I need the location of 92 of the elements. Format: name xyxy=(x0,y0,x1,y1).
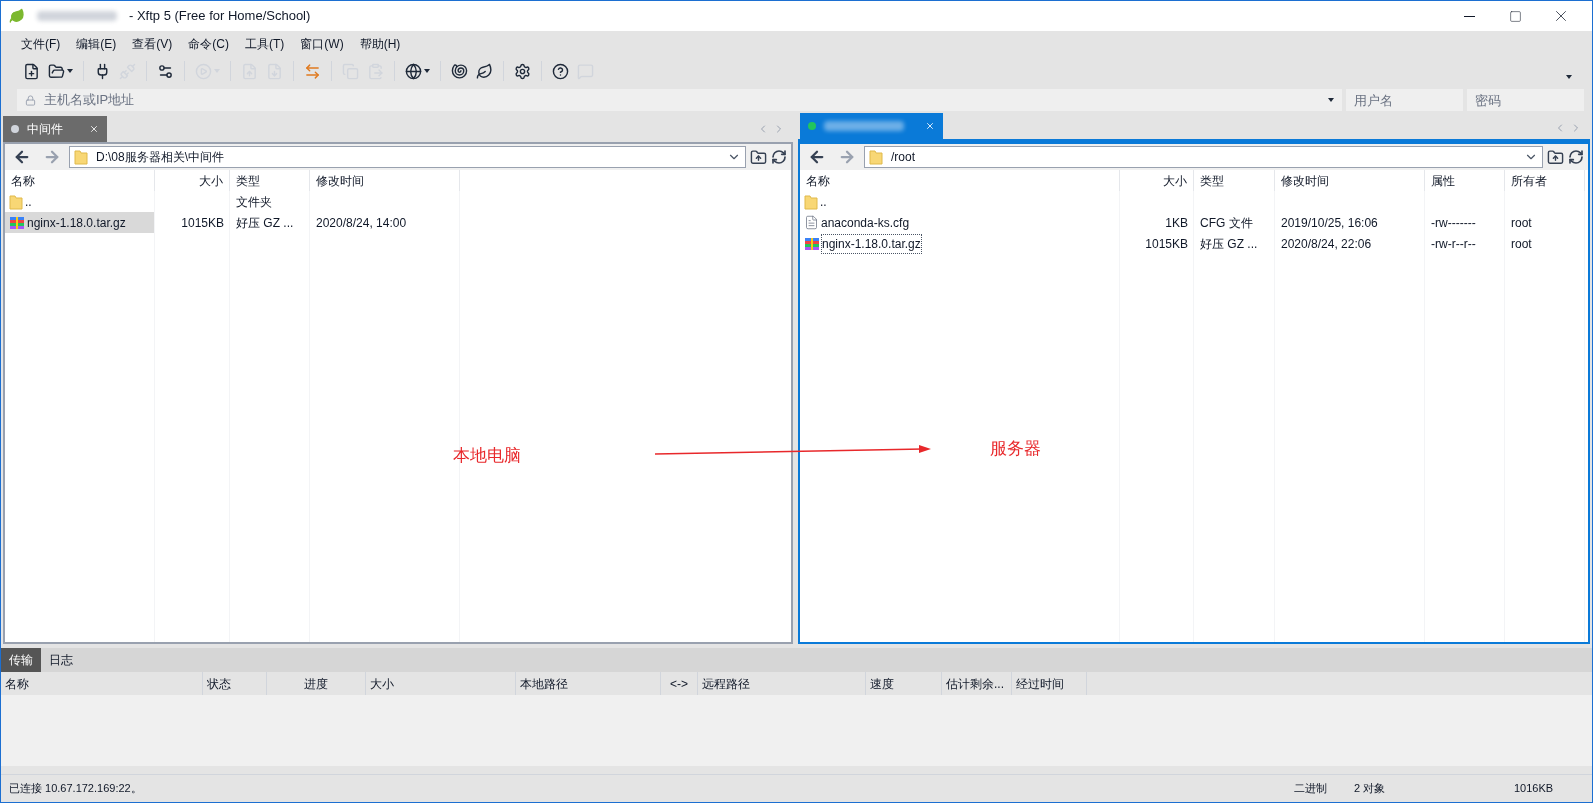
column-header[interactable]: 大小 xyxy=(1120,170,1194,191)
panel-tab[interactable]: 传输 xyxy=(1,648,41,672)
table-cell-text: 文件夹 xyxy=(236,193,272,211)
path-field[interactable]: D:\08服务器相关\中间件 xyxy=(69,146,746,168)
table-cell-text: 2020/8/24, 14:00 xyxy=(316,214,407,232)
swap-arrows-icon xyxy=(304,62,321,80)
table-cell-text: root xyxy=(1511,214,1532,232)
folder-icon xyxy=(9,193,23,210)
toolbar-button[interactable] xyxy=(46,62,75,80)
toolbar-button[interactable] xyxy=(449,62,470,80)
file-name-cell[interactable]: nginx-1.18.0.tar.gz xyxy=(5,212,155,233)
menu-item[interactable]: 帮助(H) xyxy=(351,35,409,53)
table-cell-text: -rw-r--r-- xyxy=(1431,235,1476,253)
menu-item[interactable]: 编辑(E) xyxy=(68,35,125,53)
tab-label: 中间件 xyxy=(27,121,63,138)
column-header[interactable]: 类型 xyxy=(230,170,310,191)
file-name-cell[interactable]: anaconda-ks.cfg xyxy=(800,212,1120,233)
settings-icon xyxy=(514,62,531,80)
file-name-cell[interactable]: .. xyxy=(5,191,155,212)
folder-icon xyxy=(48,62,65,80)
globe-icon xyxy=(405,62,422,80)
total-size: 1016KB xyxy=(1514,781,1555,797)
panel-tab[interactable]: 日志 xyxy=(41,648,81,672)
column-header[interactable]: 大小 xyxy=(155,170,230,191)
maximize-icon xyxy=(1508,9,1522,23)
file-name: nginx-1.18.0.tar.gz xyxy=(27,214,126,232)
menu-item[interactable]: 文件(F) xyxy=(13,35,69,53)
parent-folder-button[interactable] xyxy=(1547,148,1564,166)
status-message: 已连接 10.67.172.169:22。 xyxy=(9,781,142,797)
toolbar-button[interactable] xyxy=(403,62,432,80)
session-tab[interactable]: 中间件 xyxy=(3,116,107,142)
menu-item[interactable]: 查看(V) xyxy=(124,35,181,53)
file-name-cell[interactable]: nginx-1.18.0.tar.gz xyxy=(800,233,1120,254)
column-header[interactable]: 修改时间 xyxy=(310,170,460,191)
menu-item[interactable]: 工具(T) xyxy=(237,35,293,53)
folder-icon xyxy=(74,149,88,165)
column-header[interactable]: 名称 xyxy=(5,170,155,191)
toolbar-button[interactable] xyxy=(474,62,495,80)
close-icon[interactable] xyxy=(925,121,935,131)
new-file-icon xyxy=(23,62,40,80)
leaf-icon xyxy=(476,62,493,80)
refresh-button[interactable] xyxy=(1568,149,1584,165)
refresh-button[interactable] xyxy=(771,149,787,165)
column-header[interactable]: 名称 xyxy=(800,170,1120,191)
menu-item[interactable]: 窗口(W) xyxy=(292,35,352,53)
table-cell-text: root xyxy=(1511,235,1532,253)
caret-icon xyxy=(424,69,430,73)
column-header[interactable]: 修改时间 xyxy=(1275,170,1425,191)
close-icon[interactable] xyxy=(89,124,99,134)
column-header[interactable]: 属性 xyxy=(1425,170,1505,191)
table-cell-text: 好压 GZ ... xyxy=(236,214,294,232)
folder-icon xyxy=(869,149,883,165)
username-field[interactable]: 用户名 xyxy=(1346,89,1463,111)
object-count: 2 对象 xyxy=(1354,781,1387,797)
app-icon xyxy=(9,8,25,24)
file-name: .. xyxy=(820,193,827,211)
file-name-cell[interactable]: .. xyxy=(800,191,1120,212)
path-text: /root xyxy=(891,149,916,166)
column-header[interactable]: 类型 xyxy=(1194,170,1275,191)
help-icon xyxy=(552,62,569,80)
parent-folder-button[interactable] xyxy=(750,148,767,166)
transfer-mode: 二进制 xyxy=(1294,781,1328,797)
table-cell-text: -rw------- xyxy=(1431,214,1476,232)
table-cell-text: 1015KB xyxy=(1145,235,1188,253)
toolbar-button[interactable] xyxy=(550,62,571,80)
file-name: .. xyxy=(25,193,32,211)
table-cell-text: 2019/10/25, 16:06 xyxy=(1281,214,1378,232)
annotation-label: 服务器 xyxy=(990,438,1041,460)
table-cell-text: 1KB xyxy=(1165,214,1188,232)
annotation-label: 本地电脑 xyxy=(453,445,521,467)
table-cell-text: 2020/8/24, 22:06 xyxy=(1281,235,1372,253)
file-icon xyxy=(804,215,819,230)
file-name: anaconda-ks.cfg xyxy=(821,214,910,232)
lock-icon xyxy=(25,94,36,106)
spiral-icon xyxy=(451,62,468,80)
caret-icon[interactable] xyxy=(1328,98,1334,102)
minimize-icon xyxy=(1463,15,1475,17)
menu-item[interactable]: 命令(C) xyxy=(180,35,237,53)
column-header[interactable]: 所有者 xyxy=(1505,170,1585,191)
window-title: - Xftp 5 (Free for Home/School) xyxy=(129,7,311,26)
caret-icon xyxy=(67,69,73,73)
table-cell-text: 好压 GZ ... xyxy=(1200,235,1258,253)
table-cell-text: CFG 文件 xyxy=(1200,214,1253,232)
archive-icon xyxy=(804,235,820,252)
folder-icon xyxy=(804,193,818,210)
table-cell-text: 1015KB xyxy=(181,214,224,232)
file-name: nginx-1.18.0.tar.gz xyxy=(822,234,921,253)
password-field[interactable]: 密码 xyxy=(1467,89,1584,111)
path-field[interactable]: /root xyxy=(864,146,1543,168)
path-text: D:\08服务器相关\中间件 xyxy=(96,149,225,166)
toolbar-overflow-icon[interactable] xyxy=(1566,75,1572,79)
archive-icon xyxy=(9,214,25,231)
